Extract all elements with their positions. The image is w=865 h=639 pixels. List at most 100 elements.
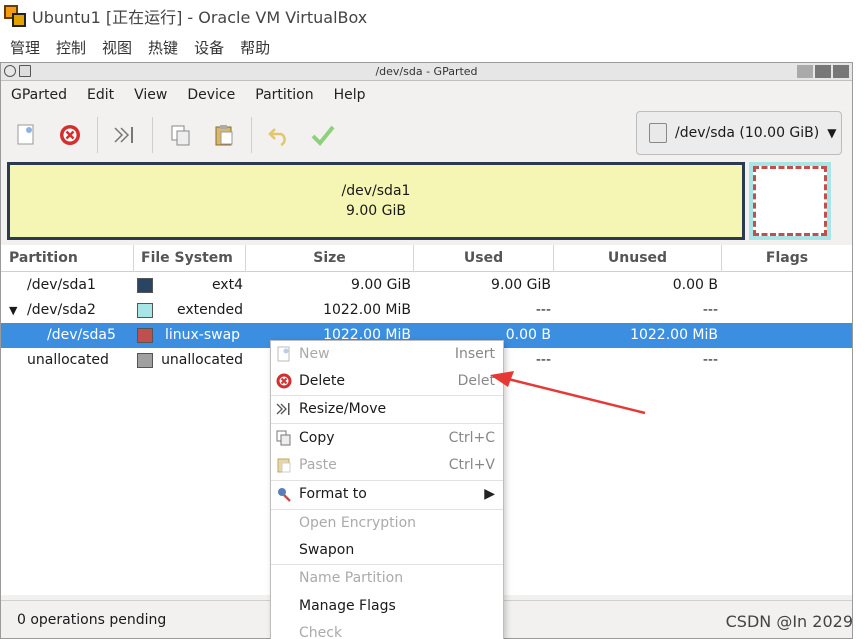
menu-item-shortcut: Ctrl+C (448, 430, 495, 446)
copy-button[interactable] (161, 116, 199, 154)
menu-device[interactable]: Device (177, 87, 245, 103)
fs-color-swatch (137, 303, 153, 318)
menu-item-label: Format to (299, 486, 367, 502)
context-menu: New Insert Delete Delet Resize/Move Copy… (270, 340, 504, 639)
menu-item-shortcut: Delet (457, 373, 495, 389)
menu-item-label: Check (299, 625, 343, 639)
toolbar-separator (97, 117, 98, 153)
column-header-flags[interactable]: Flags (722, 245, 852, 272)
host-titlebar: Ubuntu1 [正在运行] - Oracle VM VirtualBox (0, 0, 865, 32)
cell-filesystem: linux-swap (165, 327, 241, 343)
toolbar: /dev/sda (10.00 GiB) ▼ (1, 109, 852, 161)
menu-separator (271, 423, 503, 424)
cell-used: --- (535, 302, 551, 318)
cell-filesystem: ext4 (211, 277, 243, 293)
delete-icon (60, 125, 80, 145)
toolbar-separator (152, 117, 153, 153)
partition-block-sda1[interactable]: /dev/sda1 9.00 GiB (7, 162, 745, 240)
submenu-arrow-icon: ▶ (484, 486, 495, 502)
menu-item-resize-move[interactable]: Resize/Move (271, 396, 503, 423)
cell-size: 9.00 GiB (351, 277, 411, 293)
new-document-icon (17, 124, 34, 145)
app-icon (19, 65, 31, 77)
menu-item-label: Resize/Move (299, 401, 387, 417)
gparted-titlebar: /dev/sda - GParted (1, 63, 852, 81)
menu-item-format-to[interactable]: Format to ▶ (271, 481, 503, 508)
cell-used: 9.00 GiB (491, 277, 551, 293)
cell-unused: --- (702, 302, 718, 318)
watermark: CSDN @In 2029 (725, 612, 853, 631)
menu-item-shortcut: Ctrl+V (448, 457, 495, 473)
cell-partition: /dev/sda1 (27, 277, 96, 293)
table-row[interactable]: ▼ /dev/sda2 extended 1022.00 MiB --- --- (1, 298, 852, 323)
delete-partition-button[interactable] (51, 116, 89, 154)
column-header-filesystem[interactable]: File System (134, 245, 246, 272)
partition-graph: /dev/sda1 9.00 GiB (7, 162, 847, 240)
gparted-window-title: /dev/sda - GParted (375, 65, 478, 78)
cell-partition: unallocated (27, 352, 109, 368)
table-row[interactable]: /dev/sda1 ext4 9.00 GiB 9.00 GiB 0.00 B (1, 273, 852, 298)
menu-view[interactable]: View (124, 87, 177, 103)
cell-filesystem: extended (176, 302, 243, 318)
delete-icon (276, 373, 292, 389)
menu-item-delete[interactable]: Delete Delet (271, 368, 503, 395)
cell-unused: 0.00 B (672, 277, 718, 293)
new-document-icon (277, 346, 290, 362)
column-header-unused[interactable]: Unused (554, 245, 722, 272)
dropdown-arrow-icon: ▼ (827, 126, 837, 140)
host-menu-hotkeys[interactable]: 热键 (148, 37, 178, 58)
undo-button[interactable] (260, 116, 298, 154)
cell-partition: /dev/sda2 (27, 302, 96, 318)
menu-item-swapon[interactable]: Swapon (271, 537, 503, 564)
fs-color-swatch (137, 328, 153, 343)
menu-gparted[interactable]: GParted (1, 87, 77, 103)
menu-item-copy[interactable]: Copy Ctrl+C (271, 425, 503, 452)
partition-block-swap[interactable] (753, 166, 827, 236)
minimize-button[interactable] (797, 65, 813, 78)
host-menu-manage[interactable]: 管理 (10, 37, 40, 58)
menu-item-label: Open Encryption (299, 515, 417, 531)
gparted-menubar: GParted Edit View Device Partition Help (1, 82, 852, 108)
table-header: Partition File System Size Used Unused F… (1, 245, 852, 272)
resize-move-icon (114, 127, 133, 143)
apply-button[interactable] (304, 116, 342, 154)
close-button[interactable] (833, 65, 849, 78)
menu-item-manage-flags[interactable]: Manage Flags (271, 593, 503, 620)
partition-block-size: 9.00 GiB (346, 203, 406, 219)
column-header-size[interactable]: Size (246, 245, 414, 272)
menu-edit[interactable]: Edit (77, 87, 124, 103)
host-window-title: Ubuntu1 [正在运行] - Oracle VM VirtualBox (32, 8, 368, 27)
maximize-button[interactable] (815, 65, 831, 78)
paste-button[interactable] (205, 116, 243, 154)
expander-arrow-icon[interactable]: ▼ (9, 298, 17, 323)
menu-item-paste[interactable]: Paste Ctrl+V (271, 452, 503, 479)
copy-icon (276, 430, 291, 446)
host-menu-control[interactable]: 控制 (56, 37, 86, 58)
column-header-partition[interactable]: Partition (1, 245, 134, 272)
cell-size: 1022.00 MiB (323, 302, 411, 318)
menu-item-new[interactable]: New Insert (271, 341, 503, 368)
menu-item-label: New (299, 346, 330, 362)
menu-item-shortcut: Insert (454, 346, 495, 362)
checkmark-icon (311, 125, 335, 146)
host-menubar: 管理 控制 视图 热键 设备 帮助 (0, 34, 276, 60)
host-menu-help[interactable]: 帮助 (240, 37, 270, 58)
column-header-used[interactable]: Used (414, 245, 554, 272)
menu-item-label: Manage Flags (299, 598, 396, 614)
partition-block-extended[interactable] (749, 162, 831, 240)
host-menu-view[interactable]: 视图 (102, 37, 132, 58)
menu-help[interactable]: Help (324, 87, 376, 103)
device-selector-label: /dev/sda (10.00 GiB) (675, 125, 820, 141)
new-partition-button[interactable] (7, 116, 45, 154)
menu-partition[interactable]: Partition (245, 87, 323, 103)
cell-filesystem: unallocated (161, 352, 243, 368)
partition-block-name: /dev/sda1 (341, 183, 411, 199)
window-menu-icon[interactable] (4, 65, 16, 77)
hard-drive-icon (649, 123, 667, 143)
device-selector[interactable]: /dev/sda (10.00 GiB) ▼ (636, 111, 842, 155)
resize-move-button[interactable] (106, 116, 144, 154)
menu-item-check[interactable]: Check (271, 620, 503, 639)
host-menu-devices[interactable]: 设备 (194, 37, 224, 58)
menu-item-open-encryption[interactable]: Open Encryption (271, 510, 503, 537)
menu-item-name-partition[interactable]: Name Partition (271, 565, 503, 592)
